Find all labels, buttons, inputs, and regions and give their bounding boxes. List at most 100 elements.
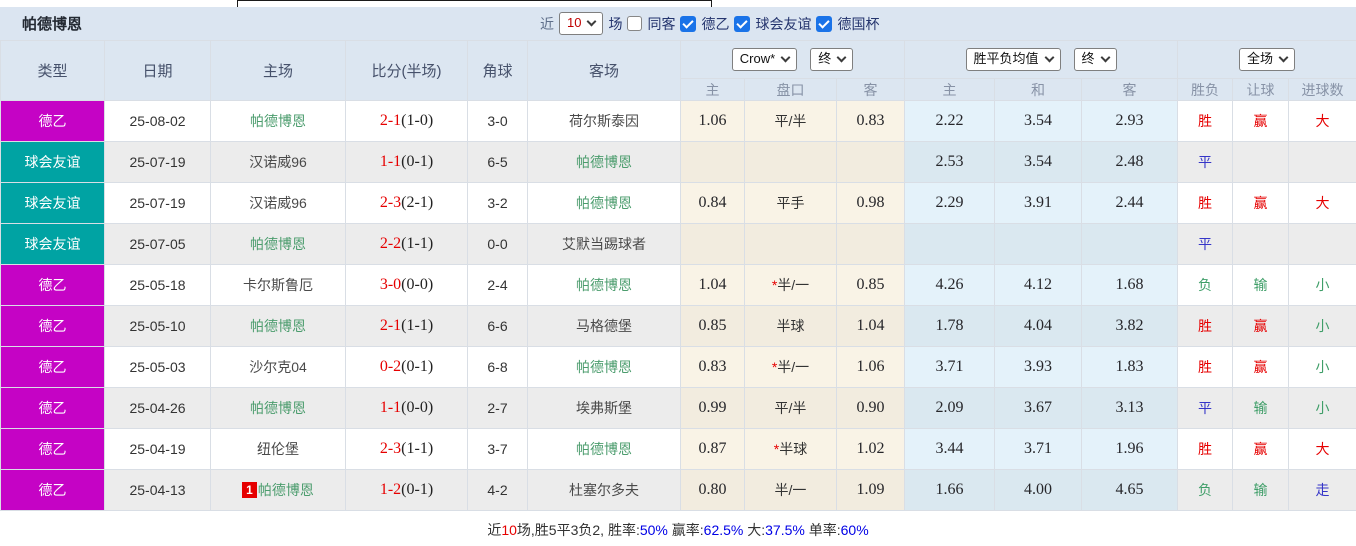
match-rows: 德乙 25-08-02 帕德博恩 2-1 (1-0) 3-0 荷尔斯泰因 1.06… bbox=[0, 100, 1356, 511]
chevron-down-icon bbox=[1278, 52, 1289, 62]
handicap-odds-away: 0.85 bbox=[835, 264, 906, 306]
match-history-panel: 帕德博恩 近 10 场 同客 德乙 球会友谊 德国杯 类型 日期 主场 比分(半… bbox=[0, 0, 1356, 546]
league-friendly-checkbox[interactable] bbox=[734, 15, 751, 32]
table-row: 球会友谊 25-07-19 汉诺威96 2-3(2-1) 3-2 帕德博恩 0.… bbox=[0, 182, 1356, 224]
footer-mid: 场,胜5平3负2, 胜率: bbox=[516, 521, 640, 538]
home-team[interactable]: 帕德博恩 bbox=[210, 387, 346, 429]
avg-odds-home bbox=[904, 223, 996, 265]
handicap-odds-home: 0.99 bbox=[680, 387, 745, 429]
away-team[interactable]: 杜塞尔多夫 bbox=[527, 469, 681, 511]
fulltime-score: 2-3 bbox=[379, 194, 402, 211]
handicap-odds-home: 0.80 bbox=[680, 469, 745, 511]
avg-odds-away: 1.68 bbox=[1081, 264, 1179, 306]
league-de2-checkbox[interactable] bbox=[680, 15, 697, 32]
avg-odds-select[interactable]: 胜平负均值 bbox=[965, 48, 1061, 71]
avg-time-select[interactable]: 终 bbox=[1073, 48, 1117, 71]
avg-odds-draw bbox=[994, 223, 1083, 265]
match-type-badge: 德乙 bbox=[0, 305, 105, 347]
home-team-name: 帕德博恩 bbox=[250, 318, 306, 334]
home-team[interactable]: 沙尔克04 bbox=[210, 346, 346, 388]
corner-score: 6-8 bbox=[467, 346, 528, 388]
result-goals: 大 bbox=[1288, 182, 1356, 224]
result-wdl: 胜 bbox=[1177, 305, 1234, 347]
match-score: 1-1(0-0) bbox=[345, 387, 468, 429]
home-team[interactable]: 纽伦堡 bbox=[210, 428, 346, 470]
away-team[interactable]: 埃弗斯堡 bbox=[527, 387, 681, 429]
league-cup-label: 德国杯 bbox=[837, 15, 880, 32]
away-team[interactable]: 艾默当踢球者 bbox=[527, 223, 681, 265]
footer-count: 10 bbox=[501, 521, 517, 538]
home-team[interactable]: 帕德博恩 bbox=[210, 223, 346, 265]
handicap-odds-home: 0.83 bbox=[680, 346, 745, 388]
home-team[interactable]: 汉诺威96 bbox=[210, 182, 346, 224]
home-team-name: 帕德博恩 bbox=[257, 482, 314, 498]
scope-select[interactable]: 全场 bbox=[1239, 48, 1296, 71]
corner-score: 6-6 bbox=[467, 305, 528, 347]
handicap-time-select[interactable]: 终 bbox=[810, 48, 854, 71]
halftime-score: (1-0) bbox=[401, 112, 434, 129]
away-team-name: 帕德博恩 bbox=[576, 154, 632, 170]
league-friendly-label: 球会友谊 bbox=[755, 15, 812, 32]
corner-score: 4-2 bbox=[467, 469, 528, 511]
avg-odds-draw: 3.67 bbox=[994, 387, 1083, 429]
avg-time-value: 终 bbox=[1081, 51, 1095, 66]
match-count-select[interactable]: 10 bbox=[559, 12, 604, 35]
match-type-badge: 德乙 bbox=[0, 428, 105, 470]
handicap-odds-home bbox=[680, 141, 745, 183]
handicap-line: 半球 bbox=[744, 305, 837, 347]
halftime-score: (0-0) bbox=[401, 276, 434, 293]
result-wdl: 负 bbox=[1177, 469, 1234, 511]
away-team[interactable]: 帕德博恩 bbox=[527, 346, 681, 388]
fulltime-score: 3-0 bbox=[379, 276, 402, 293]
same-away-checkbox[interactable] bbox=[627, 16, 643, 31]
halftime-score: (0-1) bbox=[401, 153, 434, 170]
result-handicap: 输 bbox=[1232, 264, 1290, 306]
match-count-value: 10 bbox=[567, 15, 582, 30]
corner-score: 6-5 bbox=[467, 141, 528, 183]
home-team[interactable]: 卡尔斯鲁厄 bbox=[210, 264, 346, 306]
away-team[interactable]: 帕德博恩 bbox=[527, 428, 681, 470]
match-type-badge: 德乙 bbox=[0, 100, 105, 142]
home-team[interactable]: 1 帕德博恩 bbox=[210, 469, 346, 511]
home-team[interactable]: 帕德博恩 bbox=[210, 100, 346, 142]
handicap-odds-away: 1.06 bbox=[835, 346, 906, 388]
bookmaker-select[interactable]: Crow* bbox=[731, 48, 798, 71]
fulltime-score: 2-1 bbox=[379, 317, 402, 334]
league-cup-checkbox[interactable] bbox=[816, 15, 833, 32]
away-team[interactable]: 帕德博恩 bbox=[527, 182, 681, 224]
rank-badge: 1 bbox=[242, 482, 257, 498]
avg-odds-home: 2.22 bbox=[904, 100, 996, 142]
result-goals bbox=[1288, 223, 1356, 265]
col-avg-away: 客 bbox=[1081, 78, 1179, 101]
away-team[interactable]: 帕德博恩 bbox=[527, 264, 681, 306]
away-team[interactable]: 马格德堡 bbox=[527, 305, 681, 347]
match-score: 0-2(0-1) bbox=[345, 346, 468, 388]
chevron-down-icon bbox=[1044, 52, 1054, 62]
scope-select-group: 全场 bbox=[1177, 40, 1356, 79]
col-home: 主场 bbox=[210, 40, 346, 101]
avg-odds-draw: 3.93 bbox=[994, 346, 1083, 388]
avg-odds-draw: 4.00 bbox=[994, 469, 1083, 511]
away-team[interactable]: 帕德博恩 bbox=[527, 141, 681, 183]
corner-score: 3-0 bbox=[467, 100, 528, 142]
result-wdl: 平 bbox=[1177, 387, 1234, 429]
result-wdl: 平 bbox=[1177, 223, 1234, 265]
match-score: 2-2(1-1) bbox=[345, 223, 468, 265]
home-team[interactable]: 帕德博恩 bbox=[210, 305, 346, 347]
home-team[interactable]: 汉诺威96 bbox=[210, 141, 346, 183]
avg-odds-home: 1.78 bbox=[904, 305, 996, 347]
result-wdl: 胜 bbox=[1177, 428, 1234, 470]
away-team-name: 马格德堡 bbox=[576, 318, 632, 334]
col-corner: 角球 bbox=[467, 40, 528, 101]
handicap-time-value: 终 bbox=[818, 51, 832, 66]
away-team-name: 荷尔斯泰因 bbox=[569, 113, 639, 129]
match-type-badge: 球会友谊 bbox=[0, 182, 105, 224]
avg-odds-draw: 4.12 bbox=[994, 264, 1083, 306]
match-date: 25-07-19 bbox=[104, 141, 211, 183]
away-team[interactable]: 荷尔斯泰因 bbox=[527, 100, 681, 142]
near-label: 近 bbox=[540, 15, 554, 32]
match-date: 25-08-02 bbox=[104, 100, 211, 142]
table-row: 德乙 25-04-19 纽伦堡 2-3(1-1) 3-7 帕德博恩 0.87 *… bbox=[0, 428, 1356, 470]
handicap-odds-away: 1.09 bbox=[835, 469, 906, 511]
page-title: 帕德博恩 bbox=[22, 16, 83, 33]
